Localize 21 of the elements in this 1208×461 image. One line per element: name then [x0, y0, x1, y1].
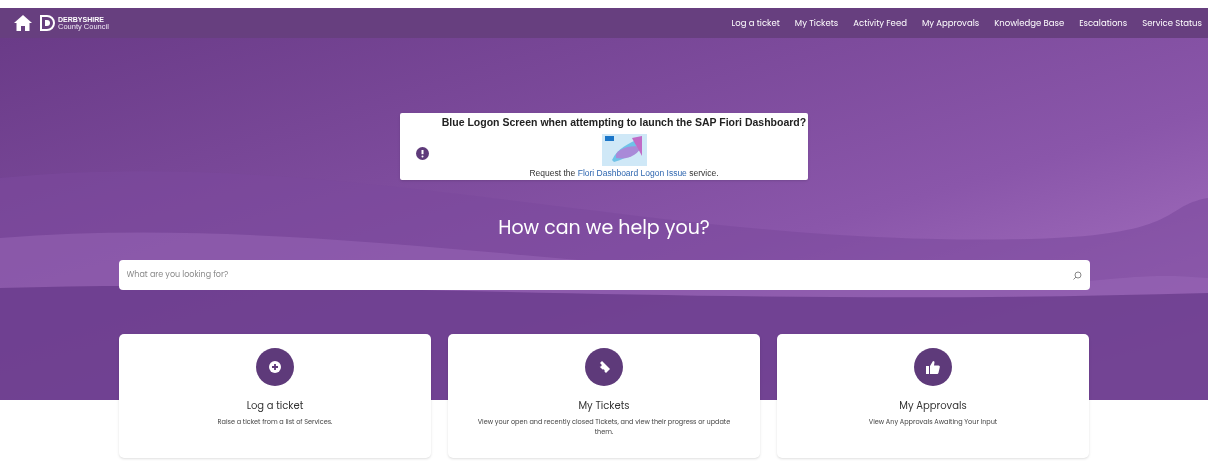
thumbs-up-icon: [926, 360, 940, 374]
home-icon[interactable]: [14, 15, 32, 31]
nav-link[interactable]: My Tickets: [794, 16, 839, 30]
nav-link[interactable]: My Approvals: [921, 16, 980, 30]
nav-link[interactable]: Service Status: [1142, 16, 1202, 30]
nav-link[interactable]: Knowledge Base: [994, 16, 1065, 30]
search-field[interactable]: What are you looking for?: [118, 260, 1090, 290]
page-heading: How can we help you?: [498, 214, 710, 242]
nav-link[interactable]: Escalations: [1079, 16, 1128, 30]
card-title: Log a ticket: [246, 398, 304, 413]
service-link[interactable]: Flori Dashboard Logon Issue: [577, 168, 687, 178]
search-icon[interactable]: [1072, 271, 1082, 280]
notice-title: Blue Logon Screen when attempting to launch the SAP Fiori Dashboard?: [441, 115, 807, 131]
notice-text: Request the Flori Dashboard Logon Issue service.: [529, 167, 719, 180]
d-logo-icon: [40, 15, 55, 31]
nav-link[interactable]: Activity Feed: [853, 16, 907, 30]
card-title: My Approvals: [899, 398, 967, 413]
nav-link[interactable]: Log a ticket: [731, 16, 780, 30]
plus-circle-icon: [269, 361, 281, 373]
card-title: My Tickets: [578, 398, 630, 413]
alert-icon: [416, 147, 429, 160]
